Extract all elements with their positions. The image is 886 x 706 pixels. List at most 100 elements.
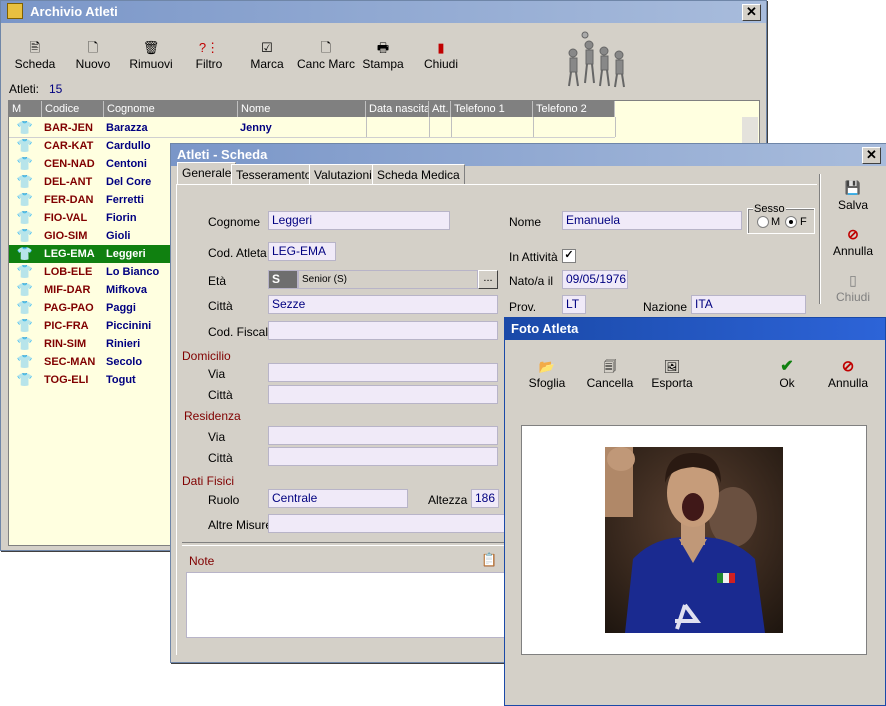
label-prov: Prov. bbox=[509, 300, 537, 314]
label-cod-fiscale: Cod. Fiscale bbox=[208, 325, 275, 339]
marca-button[interactable]: ☑ Marca bbox=[243, 39, 291, 71]
radio-dot bbox=[789, 220, 793, 224]
residenza-via-field[interactable] bbox=[268, 426, 498, 445]
eta-code-field[interactable]: S bbox=[268, 270, 298, 289]
shirt-icon: 👕 bbox=[16, 372, 34, 387]
note-field[interactable] bbox=[186, 572, 516, 638]
col-header-codice[interactable]: Codice bbox=[42, 101, 104, 117]
shirt-icon: 👕 bbox=[16, 228, 34, 243]
cell-codice: GIO-SIM bbox=[44, 230, 88, 242]
cod-fiscale-field[interactable] bbox=[268, 321, 498, 340]
clear-image-icon: 🗐 bbox=[603, 359, 617, 374]
shirt-icon: 👕 bbox=[16, 336, 34, 351]
col-header-nome[interactable]: Nome bbox=[238, 101, 366, 117]
col-header-telefono-1[interactable]: Telefono 1 bbox=[451, 101, 533, 117]
checkmark-icon: ✔ bbox=[780, 358, 794, 375]
prov-field[interactable]: LT bbox=[562, 295, 586, 314]
cancella-button[interactable]: 🗐 Cancella bbox=[583, 358, 637, 390]
nato-il-field[interactable]: 09/05/1976 bbox=[562, 270, 628, 289]
sesso-m-radio[interactable] bbox=[757, 216, 769, 228]
scheda-close-button[interactable]: ✕ bbox=[862, 147, 881, 164]
esporta-button[interactable]: 🖼 Esporta bbox=[647, 358, 697, 390]
col-header-m[interactable]: M bbox=[9, 101, 42, 117]
altezza-field[interactable]: 186 bbox=[471, 489, 499, 508]
grid-scrollbar[interactable] bbox=[742, 117, 758, 143]
cell-codice: LEG-EMA bbox=[44, 248, 95, 260]
tab-valutazioni[interactable]: Valutazioni bbox=[309, 164, 377, 184]
sfoglia-button[interactable]: 📂 Sfoglia bbox=[523, 358, 571, 390]
scheda-button[interactable]: 🖹 Scheda bbox=[11, 39, 59, 71]
rimuovi-button[interactable]: 🗑 Rimuovi bbox=[127, 39, 175, 71]
sesso-label: Sesso bbox=[753, 201, 786, 217]
scheda-title: Atleti - Scheda bbox=[177, 147, 268, 162]
salva-button[interactable]: 💾 Salva bbox=[831, 180, 875, 212]
label-via-residenza: Via bbox=[208, 430, 226, 444]
players-logo bbox=[568, 31, 625, 88]
scheda-titlebar[interactable]: Atleti - Scheda bbox=[171, 144, 886, 166]
shirt-icon: 👕 bbox=[16, 120, 34, 135]
label-nazione: Nazione bbox=[643, 300, 688, 314]
col-header-data-nascita[interactable]: Data nascita bbox=[366, 101, 429, 117]
filtro-button[interactable]: ?⋮ Filtro bbox=[185, 39, 233, 71]
shirt-icon: 👕 bbox=[16, 174, 34, 189]
chiudi-button[interactable]: ▮ Chiudi bbox=[417, 39, 465, 71]
residenza-citta-field[interactable] bbox=[268, 447, 498, 466]
sesso-f-radio[interactable] bbox=[785, 216, 797, 228]
shirt-icon: 👕 bbox=[16, 192, 34, 207]
main-titlebar[interactable]: Archivio Atleti bbox=[1, 1, 766, 23]
label-cod-atleta: Cod. Atleta bbox=[208, 246, 267, 260]
clipboard-icon[interactable]: 📋 bbox=[481, 552, 497, 568]
section-residenza: Residenza bbox=[184, 409, 241, 423]
note-label: Note bbox=[189, 554, 215, 568]
domicilio-via-field[interactable] bbox=[268, 363, 498, 382]
canc-marc-button[interactable]: 🗋 Canc Marc bbox=[295, 39, 357, 71]
label-nato-il: Nato/a il bbox=[509, 274, 554, 288]
col-header-cognome[interactable]: Cognome bbox=[104, 101, 238, 117]
tab-scheda-medica[interactable]: Scheda Medica bbox=[372, 164, 465, 184]
eta-lookup-button[interactable]: ... bbox=[478, 270, 498, 289]
trash-icon: 🗑 bbox=[142, 40, 160, 55]
ruolo-field[interactable]: Centrale bbox=[268, 489, 408, 508]
label-altre-misure: Altre Misure bbox=[208, 518, 273, 532]
nome-field[interactable]: Emanuela bbox=[562, 211, 742, 230]
col-header-att[interactable]: Att. bbox=[429, 101, 451, 117]
ok-button[interactable]: ✔ Ok bbox=[767, 358, 807, 390]
stampa-button[interactable]: 🖶 Stampa bbox=[359, 39, 407, 71]
cell-codice: RIN-SIM bbox=[44, 338, 87, 350]
cod-atleta-field[interactable]: LEG-EMA bbox=[268, 242, 336, 261]
citta-field[interactable]: Sezze bbox=[268, 295, 498, 314]
label-citta-residenza: Città bbox=[208, 451, 233, 465]
shirt-icon: 👕 bbox=[16, 318, 34, 333]
note-separator bbox=[182, 542, 512, 546]
cell-codice: SEC-MAN bbox=[44, 356, 96, 368]
nuovo-button[interactable]: 🗋 Nuovo bbox=[69, 39, 117, 71]
chiudi-scheda-button[interactable]: ▯ Chiudi bbox=[831, 272, 875, 304]
cognome-field[interactable]: Leggeri bbox=[268, 211, 450, 230]
app-icon bbox=[7, 3, 23, 19]
cancel-icon: ⊘ bbox=[841, 358, 855, 375]
in-attivita-checkbox[interactable]: ✓ bbox=[562, 249, 576, 263]
tab-tesseramento[interactable]: Tesseramento bbox=[231, 164, 317, 184]
cell-codice: TOG-ELI bbox=[44, 374, 89, 386]
label-altezza: Altezza bbox=[428, 493, 468, 507]
label-eta: Età bbox=[208, 274, 227, 288]
foto-titlebar[interactable]: Foto Atleta bbox=[505, 318, 885, 340]
annulla-button[interactable]: ⊘ Annulla bbox=[831, 226, 875, 258]
sesso-m-label: M bbox=[771, 216, 781, 228]
table-row[interactable]: 👕 BAR-JEN Barazza Jenny bbox=[9, 119, 613, 137]
altre-misure-field[interactable] bbox=[268, 514, 508, 533]
annulla-foto-button[interactable]: ⊘ Annulla bbox=[825, 358, 871, 390]
cell-codice: PIC-FRA bbox=[44, 320, 89, 332]
cell-codice: BAR-JEN bbox=[44, 122, 93, 134]
tab-generale[interactable]: Generale bbox=[177, 162, 237, 185]
col-header-telefono-2[interactable]: Telefono 2 bbox=[533, 101, 615, 117]
domicilio-citta-field[interactable] bbox=[268, 385, 498, 404]
atleti-count-label: Atleti: bbox=[9, 82, 40, 96]
main-close-button[interactable]: ✕ bbox=[742, 4, 761, 21]
shirt-icon: 👕 bbox=[16, 138, 34, 153]
nazione-field[interactable]: ITA bbox=[691, 295, 806, 314]
side-toolbar bbox=[819, 174, 821, 304]
foto-atleta-window: Foto Atleta 📂 Sfoglia 🗐 Cancella 🖼 Esporta … bbox=[504, 317, 886, 706]
scheda-icon: 🖹 bbox=[29, 40, 41, 55]
printer-icon: 🖶 bbox=[376, 40, 390, 55]
